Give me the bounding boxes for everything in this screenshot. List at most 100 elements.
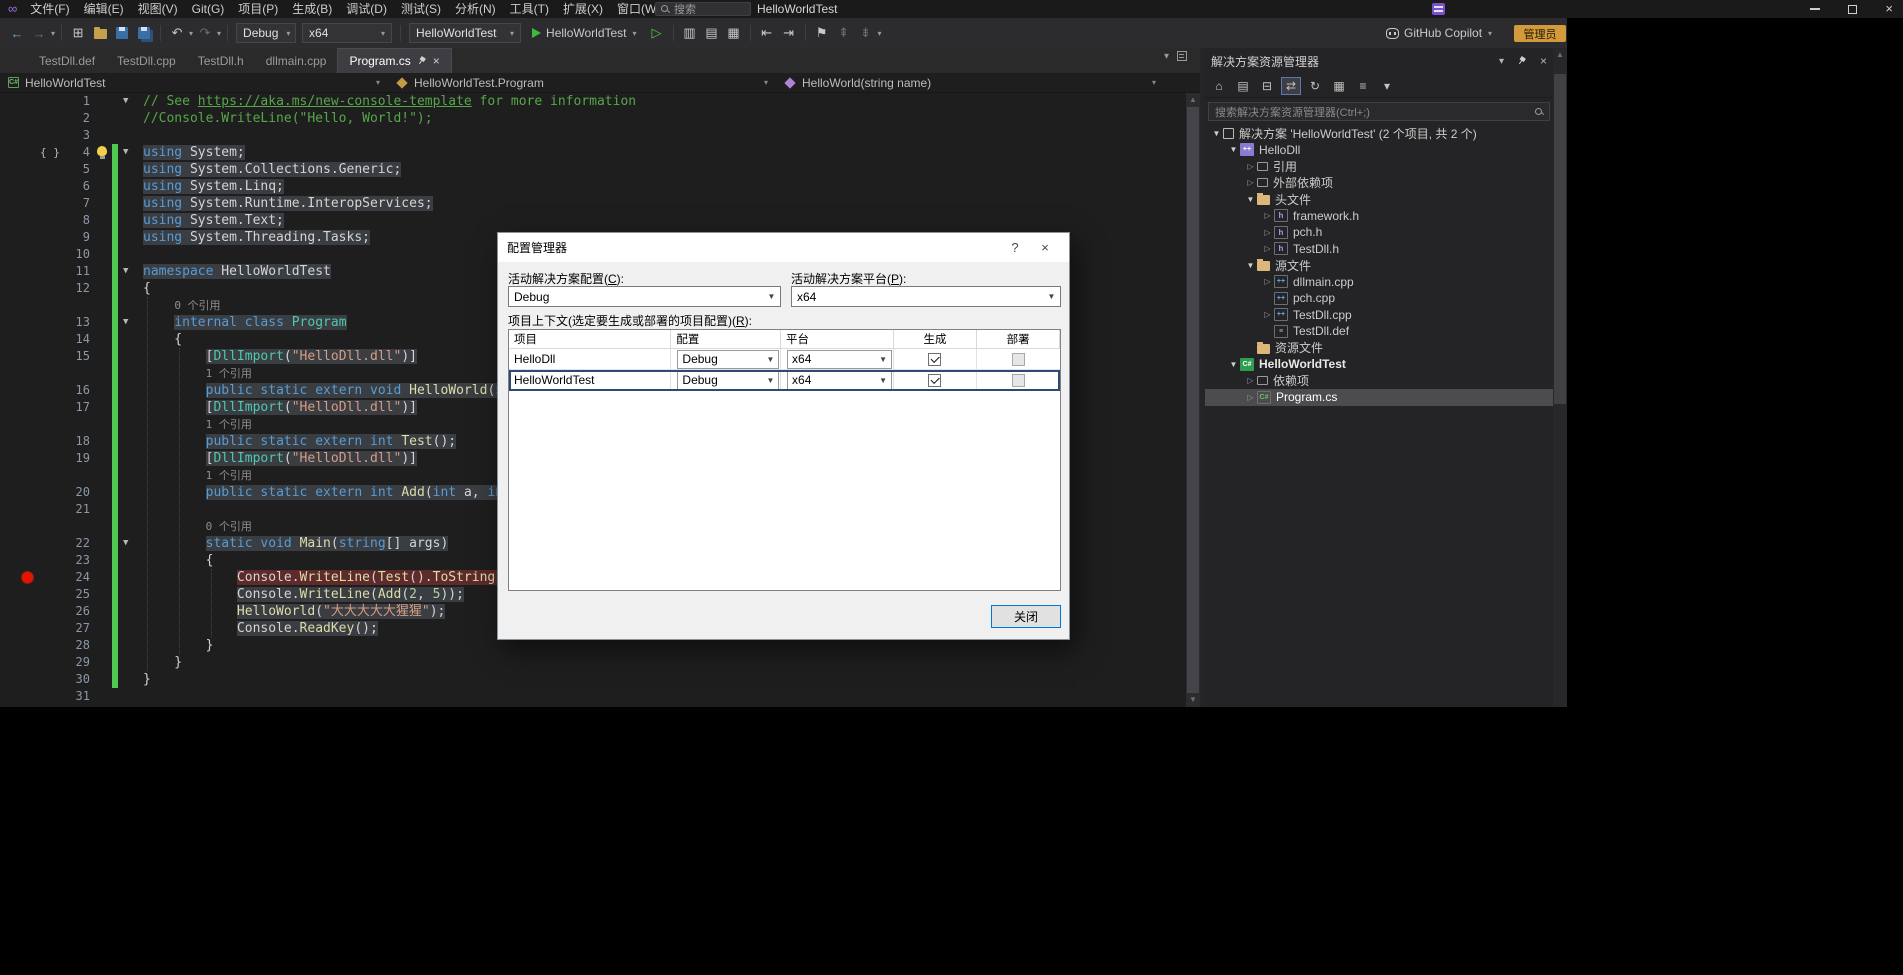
menu-item[interactable]: 视图(V)	[131, 0, 185, 18]
tree-expander-icon[interactable]: ▷	[1245, 178, 1256, 187]
breakpoint-margin[interactable]	[0, 314, 38, 331]
tree-item[interactable]: ▷引用	[1205, 158, 1553, 175]
active-platform-dropdown[interactable]: x64▼	[791, 286, 1061, 307]
tree-item[interactable]: ++pch.cpp	[1205, 290, 1553, 307]
start-without-debugging-icon[interactable]: ▷	[647, 22, 667, 44]
startup-project-dropdown[interactable]: HelloWorldTest▾	[409, 23, 521, 43]
breakpoint-margin[interactable]	[0, 518, 38, 535]
menu-item[interactable]: 分析(N)	[448, 0, 503, 18]
breakpoint-margin[interactable]	[0, 637, 38, 654]
breakpoint-margin[interactable]	[0, 161, 38, 178]
break-all-icon[interactable]: ▥	[680, 22, 700, 44]
redo-icon[interactable]: ↷	[195, 22, 215, 44]
tree-item[interactable]: 资源文件	[1205, 340, 1553, 357]
tree-expander-icon[interactable]: ▼	[1245, 261, 1256, 270]
dialog-close-button[interactable]: 关闭	[991, 605, 1061, 628]
breakpoint-margin[interactable]	[0, 603, 38, 620]
project-name-cell[interactable]: HelloWorldTest	[509, 370, 671, 390]
build-checkbox[interactable]	[928, 353, 941, 366]
code-line[interactable]: 3	[0, 127, 1186, 144]
breakpoint-margin[interactable]	[0, 433, 38, 450]
table-row[interactable]: HelloWorldTestDebug▼x64▼	[509, 370, 1060, 391]
panel-close-icon[interactable]: ×	[1540, 54, 1547, 68]
quick-actions-lightbulb-icon[interactable]	[97, 146, 107, 156]
code-text[interactable]: }	[143, 654, 1186, 671]
breakpoint-margin[interactable]	[0, 144, 38, 161]
menu-item[interactable]: 编辑(E)	[77, 0, 131, 18]
output-window-icon[interactable]: ▤	[702, 22, 722, 44]
tree-item[interactable]: ▷++dllmain.cpp	[1205, 274, 1553, 291]
collapse-all-icon[interactable]: ⊟	[1257, 77, 1277, 95]
menu-item[interactable]: 生成(B)	[285, 0, 339, 18]
breakpoint-margin[interactable]	[0, 450, 38, 467]
breakpoint-margin[interactable]	[0, 654, 38, 671]
refresh-icon[interactable]: ↻	[1305, 77, 1325, 95]
tree-expander-icon[interactable]: ▷	[1262, 310, 1273, 319]
scroll-up-icon[interactable]: ▲	[1553, 48, 1567, 62]
indent-increase-icon[interactable]: ⇥	[779, 22, 799, 44]
new-project-icon[interactable]: ⊞	[68, 22, 88, 44]
pin-icon[interactable]	[1516, 55, 1527, 66]
code-line[interactable]: 4▼using System;{ }	[0, 144, 1186, 161]
tree-item[interactable]: ▼C#HelloWorldTest	[1205, 356, 1553, 373]
solution-configuration-dropdown[interactable]: Debug▾	[236, 23, 296, 43]
breakpoint-margin[interactable]	[0, 569, 38, 586]
menu-item[interactable]: 项目(P)	[231, 0, 285, 18]
close-icon[interactable]: ×	[1885, 0, 1893, 18]
row-platform-dropdown[interactable]: x64▼	[787, 350, 892, 369]
breakpoint-margin[interactable]	[0, 688, 38, 705]
undo-dropdown-icon[interactable]: ▾	[189, 29, 193, 38]
breakpoint-margin[interactable]	[0, 365, 38, 382]
breadcrumb-item[interactable]: HelloWorld(string name)▾	[776, 73, 1164, 93]
toolbar-overflow-icon[interactable]: ▾	[878, 29, 882, 38]
tree-item[interactable]: ▷依赖项	[1205, 373, 1553, 390]
sync-with-active-document-icon[interactable]: ⇄	[1281, 77, 1301, 95]
breakpoint-margin[interactable]	[0, 501, 38, 518]
redo-dropdown-icon[interactable]: ▾	[217, 29, 221, 38]
build-checkbox[interactable]	[928, 374, 941, 387]
document-tab[interactable]: TestDll.def	[28, 48, 106, 73]
row-platform-dropdown[interactable]: x64▼	[787, 371, 892, 390]
account-avatar[interactable]	[1432, 3, 1445, 15]
deploy-checkbox[interactable]	[1012, 353, 1025, 366]
editor-scrollbar-thumb[interactable]	[1187, 107, 1199, 693]
breakpoint-margin[interactable]	[0, 586, 38, 603]
tree-expander-icon[interactable]: ▼	[1211, 129, 1222, 138]
breakpoint-margin[interactable]	[0, 93, 38, 110]
tree-expander-icon[interactable]: ▷	[1245, 393, 1256, 402]
tree-item[interactable]: ▼源文件	[1205, 257, 1553, 274]
tree-expander-icon[interactable]: ▷	[1262, 211, 1273, 220]
code-line[interactable]: 7using System.Runtime.InteropServices;	[0, 195, 1186, 212]
tab-close-icon[interactable]: ×	[433, 54, 440, 68]
solution-search-box[interactable]: 搜索解决方案资源管理器(Ctrl+;)	[1208, 102, 1550, 121]
breakpoint-margin[interactable]	[0, 331, 38, 348]
tree-item[interactable]: ▼解决方案 'HelloWorldTest' (2 个项目, 共 2 个)	[1205, 125, 1553, 142]
tree-item[interactable]: ≡TestDll.def	[1205, 323, 1553, 340]
row-configuration-dropdown[interactable]: Debug▼	[677, 350, 779, 369]
tree-expander-icon[interactable]: ▷	[1245, 376, 1256, 385]
tree-item[interactable]: ▼头文件	[1205, 191, 1553, 208]
open-file-icon[interactable]	[90, 22, 110, 44]
bookmark-icon[interactable]: ⚑	[812, 22, 832, 44]
code-line[interactable]: 2//Console.WriteLine("Hello, World!");	[0, 110, 1186, 127]
dialog-close-icon[interactable]: ×	[1030, 240, 1060, 255]
tree-item[interactable]: ▷hTestDll.h	[1205, 241, 1553, 258]
deploy-checkbox[interactable]	[1012, 374, 1025, 387]
breadcrumb-item[interactable]: C#HelloWorldTest▾	[0, 73, 388, 93]
scroll-down-icon[interactable]: ▼	[1186, 693, 1200, 707]
breakpoint-margin[interactable]	[0, 178, 38, 195]
breakpoint-margin[interactable]	[0, 399, 38, 416]
breakpoint-margin[interactable]	[0, 671, 38, 688]
code-line[interactable]: 31	[0, 688, 1186, 705]
breadcrumb-item[interactable]: HelloWorldTest.Program▾	[388, 73, 776, 93]
code-line[interactable]: 6using System.Linq;	[0, 178, 1186, 195]
active-config-dropdown[interactable]: Debug▼	[508, 286, 781, 307]
switch-views-icon[interactable]: ⌂	[1209, 77, 1229, 95]
solution-explorer-scrollbar[interactable]: ▲	[1553, 48, 1567, 707]
breakpoint-margin[interactable]	[0, 127, 38, 144]
code-line[interactable]: 1▼// See https://aka.ms/new-console-temp…	[0, 93, 1186, 110]
code-text[interactable]: using System.Text;	[143, 212, 1186, 229]
view-code-icon[interactable]: ▦	[1329, 77, 1349, 95]
find-in-files-icon[interactable]: ▦	[724, 22, 744, 44]
document-tab[interactable]: Program.cs×	[337, 48, 451, 73]
